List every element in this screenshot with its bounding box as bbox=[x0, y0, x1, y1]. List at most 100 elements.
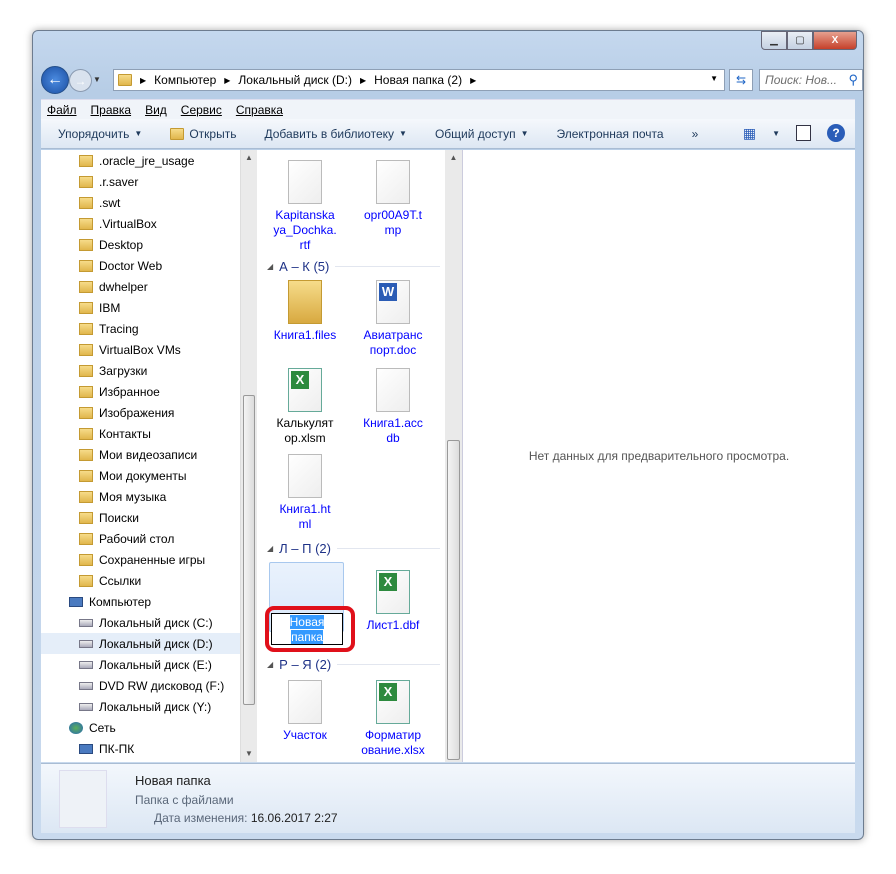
breadcrumb-item[interactable]: Локальный диск (D:) bbox=[238, 73, 352, 87]
tree-item[interactable]: Рабочий стол bbox=[41, 528, 240, 549]
tree-item-label: Рабочий стол bbox=[99, 531, 175, 546]
tree-item[interactable]: dwhelper bbox=[41, 276, 240, 297]
group-header[interactable]: ◢ А – К (5) bbox=[267, 258, 440, 274]
help-icon[interactable]: ? bbox=[827, 124, 845, 142]
tree-item-label: Мои видеозаписи bbox=[99, 447, 198, 462]
share-button[interactable]: Общий доступ ▼ bbox=[435, 127, 529, 141]
tree-item[interactable]: VirtualBox VMs bbox=[41, 339, 240, 360]
preview-pane-icon[interactable] bbox=[796, 125, 811, 141]
menu-item[interactable]: Справка bbox=[236, 103, 283, 117]
file-item[interactable]: Книга1.ht ml bbox=[265, 454, 345, 532]
tree-item[interactable]: Сохраненные игры bbox=[41, 549, 240, 570]
breadcrumb-arrow[interactable]: ▶ bbox=[140, 76, 146, 85]
tree-item-label: DVD RW дисковод (F:) bbox=[99, 678, 225, 693]
tree-item[interactable]: Изображения bbox=[41, 402, 240, 423]
tree-item[interactable]: Локальный диск (D:) bbox=[41, 633, 240, 654]
files-scrollbar[interactable]: ▲ bbox=[445, 150, 462, 762]
breadcrumb-arrow[interactable]: ▶ bbox=[470, 76, 476, 85]
view-dropdown[interactable]: ▼ bbox=[772, 129, 780, 138]
file-item[interactable]: Участок bbox=[265, 680, 345, 743]
folder-icon bbox=[79, 553, 93, 566]
address-dropdown[interactable]: ▼ bbox=[710, 74, 718, 83]
tree-item[interactable]: ПК-ПК bbox=[41, 738, 240, 759]
close-button[interactable]: X bbox=[813, 31, 857, 50]
folder-icon bbox=[79, 175, 93, 188]
tree-item[interactable]: Моя музыка bbox=[41, 486, 240, 507]
group-header[interactable]: ◢ Л – П (2) bbox=[267, 540, 440, 556]
menu-item[interactable]: Сервис bbox=[181, 103, 222, 117]
breadcrumb-arrow[interactable]: ▶ bbox=[360, 76, 366, 85]
group-label: Р – Я (2) bbox=[279, 656, 332, 672]
tree-item[interactable]: Локальный диск (C:) bbox=[41, 612, 240, 633]
tree-item[interactable]: Избранное bbox=[41, 381, 240, 402]
file-item[interactable]: opr00A9T.t mp bbox=[353, 160, 433, 238]
file-name-line: ование.xlsx bbox=[361, 743, 425, 757]
open-button[interactable]: Открыть bbox=[170, 127, 236, 141]
tree-item[interactable]: Мои видеозаписи bbox=[41, 444, 240, 465]
file-item[interactable]: Книга1.acc db bbox=[353, 368, 433, 446]
tree-item-label: Локальный диск (Y:) bbox=[99, 699, 212, 714]
email-button[interactable]: Электронная почта bbox=[556, 127, 663, 141]
tree-item[interactable]: .VirtualBox bbox=[41, 213, 240, 234]
collapse-icon[interactable]: ◢ bbox=[267, 660, 273, 669]
tree-item[interactable]: Локальный диск (Y:) bbox=[41, 696, 240, 717]
tree-item-label: Локальный диск (D:) bbox=[99, 636, 213, 651]
tree-item[interactable]: IBM bbox=[41, 297, 240, 318]
forward-button[interactable]: → bbox=[69, 69, 92, 92]
maximize-button[interactable]: ▢ bbox=[787, 31, 813, 50]
tree-item[interactable]: .oracle_jre_usage bbox=[41, 150, 240, 171]
tree-item[interactable]: Загрузки bbox=[41, 360, 240, 381]
folder-icon bbox=[79, 511, 93, 524]
tree-item[interactable]: .swt bbox=[41, 192, 240, 213]
tree-item[interactable]: Doctor Web bbox=[41, 255, 240, 276]
search-input[interactable]: Поиск: Нов... ⚲ bbox=[759, 69, 863, 91]
organize-button[interactable]: Упорядочить ▼ bbox=[58, 127, 142, 141]
breadcrumb-item[interactable]: Компьютер bbox=[154, 73, 216, 87]
tree-item[interactable]: Поиски bbox=[41, 507, 240, 528]
tree-item-label: VirtualBox VMs bbox=[99, 342, 181, 357]
file-name-line: Форматир bbox=[364, 728, 421, 742]
tree-item[interactable]: Сеть bbox=[41, 717, 240, 738]
file-icon bbox=[288, 280, 322, 324]
file-name-line: Книга1.ht bbox=[279, 502, 331, 516]
breadcrumb-arrow[interactable]: ▶ bbox=[224, 76, 230, 85]
tree-item-label: .VirtualBox bbox=[99, 216, 157, 231]
menu-item[interactable]: Вид bbox=[145, 103, 167, 117]
file-item[interactable]: Форматирование.xlsx bbox=[353, 680, 433, 758]
tree-item[interactable]: Контакты bbox=[41, 423, 240, 444]
tree-item[interactable]: .r.saver bbox=[41, 171, 240, 192]
tree-item[interactable]: Ссылки bbox=[41, 570, 240, 591]
history-dropdown[interactable]: ▼ bbox=[93, 75, 101, 84]
search-icon[interactable]: ⚲ bbox=[848, 72, 858, 88]
group-header[interactable]: ◢ Р – Я (2) bbox=[267, 656, 440, 672]
menu-item[interactable]: Файл bbox=[47, 103, 77, 117]
tree-item[interactable]: Desktop bbox=[41, 234, 240, 255]
collapse-icon[interactable]: ◢ bbox=[267, 544, 273, 553]
tree-item[interactable]: Мои документы bbox=[41, 465, 240, 486]
tree-item[interactable]: Компьютер bbox=[41, 591, 240, 612]
minimize-button[interactable]: ▁ bbox=[761, 31, 787, 50]
more-button[interactable]: » bbox=[692, 127, 699, 141]
back-button[interactable]: ← bbox=[41, 66, 69, 94]
file-item[interactable]: Книга1.files bbox=[265, 280, 345, 343]
menu-item[interactable]: Правка bbox=[91, 103, 132, 117]
file-item[interactable]: Лист1.dbf bbox=[353, 570, 433, 633]
tree-scrollbar[interactable]: ▲ ▼ bbox=[240, 150, 257, 762]
collapse-icon[interactable]: ◢ bbox=[267, 262, 273, 271]
tree-item[interactable]: Локальный диск (E:) bbox=[41, 654, 240, 675]
view-icon[interactable]: ▦ bbox=[743, 125, 756, 142]
file-item[interactable]: Kapitanska ya_Dochka. rtf bbox=[265, 160, 345, 253]
add-to-library-button[interactable]: Добавить в библиотеку ▼ bbox=[264, 127, 406, 141]
tree-item-label: dwhelper bbox=[99, 279, 148, 294]
folder-icon bbox=[79, 343, 93, 356]
file-item[interactable]: Калькулятор.xlsm bbox=[265, 368, 345, 446]
refresh-button[interactable]: ⇆ bbox=[729, 69, 753, 91]
tree-item-label: .swt bbox=[99, 195, 121, 210]
address-bar[interactable]: ▶ Компьютер ▶ Локальный диск (D:) ▶ Новая пап… bbox=[113, 69, 725, 91]
file-item[interactable]: Авиатранспорт.doc bbox=[353, 280, 433, 358]
tree-item[interactable]: Tracing bbox=[41, 318, 240, 339]
folder-icon bbox=[79, 322, 93, 335]
folder-icon bbox=[79, 532, 93, 545]
breadcrumb-item[interactable]: Новая папка (2) bbox=[374, 73, 462, 87]
tree-item[interactable]: DVD RW дисковод (F:) bbox=[41, 675, 240, 696]
